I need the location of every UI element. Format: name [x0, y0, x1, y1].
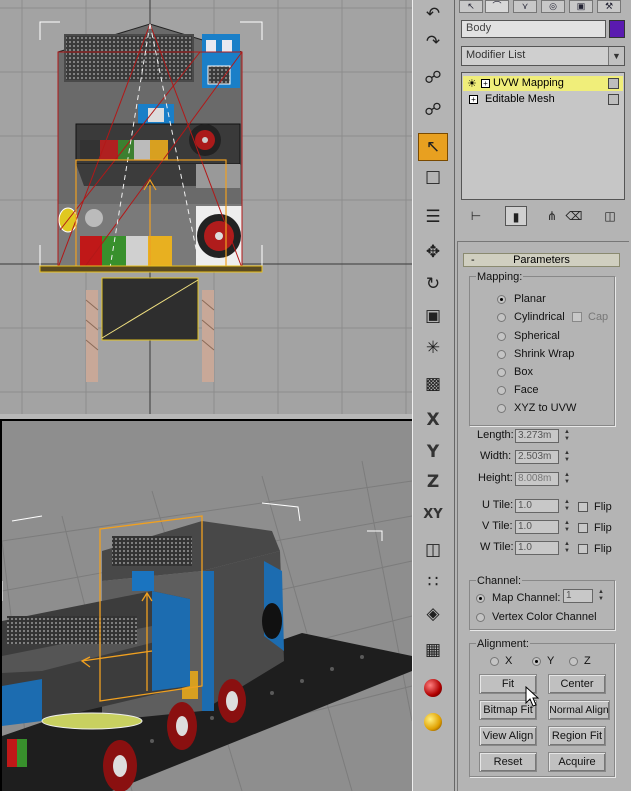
select-object-icon[interactable]: ↖: [418, 133, 448, 161]
mouse-cursor-icon: [525, 686, 540, 707]
reference-coordinate-icon[interactable]: ▩: [418, 370, 448, 398]
redo-icon[interactable]: ↷: [418, 28, 448, 56]
modify-tab-icon[interactable]: ⌒: [485, 0, 509, 13]
cylindrical-radio[interactable]: [497, 313, 506, 322]
select-by-name-icon[interactable]: ☰: [418, 203, 448, 231]
object-name-field[interactable]: Body: [461, 20, 606, 38]
width-spinner-arrows-icon[interactable]: ▲ ▼: [563, 450, 571, 464]
reset-button[interactable]: Reset: [479, 752, 537, 772]
alignment-group-title: Alignment:: [476, 638, 530, 650]
stack-item-editable-mesh[interactable]: + Editable Mesh: [463, 92, 623, 107]
u-tile-spinner-field[interactable]: 1.0: [515, 499, 559, 513]
region-fit-button[interactable]: Region Fit: [548, 726, 606, 746]
align-y-radio[interactable]: [532, 657, 541, 666]
object-color-swatch[interactable]: [609, 20, 625, 38]
align-x-radio[interactable]: [490, 657, 499, 666]
display-tab-icon[interactable]: ▣: [569, 0, 593, 13]
normal-align-button[interactable]: Normal Align: [548, 700, 610, 720]
show-end-result-icon[interactable]: ▮: [505, 206, 527, 226]
planar-radio[interactable]: [497, 295, 506, 304]
align-icon[interactable]: ◈: [418, 600, 448, 628]
viewport-top[interactable]: [0, 0, 412, 414]
restrict-y-button[interactable]: Y: [418, 438, 448, 466]
viewport-perspective[interactable]: [0, 419, 412, 791]
undo-icon[interactable]: ↶: [418, 0, 448, 28]
utilities-tab-icon[interactable]: ⚒: [597, 0, 621, 13]
height-spinner-arrows-icon[interactable]: ▲ ▼: [563, 472, 571, 486]
width-spinner-field[interactable]: 2.503m: [515, 450, 559, 464]
modifier-toggle-checkbox[interactable]: [608, 94, 619, 105]
map-channel-spinner-arrows-icon[interactable]: ▲ ▼: [597, 589, 605, 603]
array-icon[interactable]: ∷: [418, 568, 448, 596]
modifier-list-label: Modifier List: [466, 49, 526, 61]
length-spinner-arrows-icon[interactable]: ▲ ▼: [563, 429, 571, 443]
u-flip-checkbox[interactable]: [578, 502, 588, 512]
channel-group-title: Channel:: [476, 575, 523, 587]
map-channel-radio[interactable]: [476, 594, 485, 603]
restrict-x-button[interactable]: X: [418, 406, 448, 434]
render-scene-icon[interactable]: [418, 708, 448, 736]
command-panel: ↖ ⌒ ⋎ ◎ ▣ ⚒ Body Modifier List ▼ ☀ + UVW…: [455, 0, 631, 791]
length-spinner-field[interactable]: 3.273m: [515, 429, 559, 443]
box-radio[interactable]: [497, 368, 506, 377]
make-unique-icon[interactable]: ⋔: [541, 206, 563, 226]
select-and-link-icon[interactable]: ☍: [418, 64, 448, 92]
u-tile-spinner-arrows-icon[interactable]: ▲ ▼: [563, 499, 571, 513]
viewport-top-canvas: [0, 0, 412, 414]
v-tile-spinner-arrows-icon[interactable]: ▲ ▼: [563, 520, 571, 534]
parameters-rollout-header[interactable]: - Parameters: [463, 253, 620, 267]
layer-manager-icon[interactable]: ▦: [418, 636, 448, 664]
view-align-button[interactable]: View Align: [479, 726, 537, 746]
height-spinner-field[interactable]: 8.008m: [515, 472, 559, 486]
select-and-scale-icon[interactable]: ▣: [418, 302, 448, 330]
w-flip-checkbox[interactable]: [578, 544, 588, 554]
configure-modifier-sets-icon[interactable]: ◫: [599, 206, 621, 226]
face-radio[interactable]: [497, 386, 506, 395]
unlink-selection-icon[interactable]: ☍: [418, 96, 448, 124]
center-button[interactable]: Center: [548, 674, 606, 694]
xyz-to-uvw-radio[interactable]: [497, 404, 506, 413]
pin-stack-icon[interactable]: ⊢: [465, 206, 487, 226]
stack-toolbar: ⊢ ▮ ⋔ ⌫ ◫: [461, 204, 625, 228]
stack-item-uvw-mapping[interactable]: ☀ + UVW Mapping: [463, 76, 623, 91]
v-flip-checkbox[interactable]: [578, 523, 588, 533]
viewport-perspective-canvas: [2, 460, 412, 791]
select-region-icon[interactable]: □: [418, 163, 448, 191]
restrict-z-button[interactable]: Z: [418, 468, 448, 496]
expand-icon[interactable]: +: [469, 95, 478, 104]
acquire-button[interactable]: Acquire: [548, 752, 606, 772]
map-channel-spinner-field[interactable]: 1: [563, 589, 593, 603]
spherical-radio[interactable]: [497, 332, 506, 341]
create-tab-icon[interactable]: ↖: [459, 0, 483, 13]
modifier-toggle-checkbox[interactable]: [608, 78, 619, 89]
select-and-move-icon[interactable]: ✥: [418, 238, 448, 266]
pivot-center-icon[interactable]: ✳: [418, 334, 448, 362]
cap-checkbox[interactable]: [572, 312, 582, 322]
remove-modifier-icon[interactable]: ⌫: [563, 206, 585, 226]
select-and-rotate-icon[interactable]: ↻: [418, 270, 448, 298]
restrict-xy-button[interactable]: XY: [418, 500, 448, 528]
lightbulb-icon[interactable]: ☀: [467, 77, 477, 92]
w-tile-spinner-field[interactable]: 1.0: [515, 541, 559, 555]
mirror-icon[interactable]: ◫: [418, 536, 448, 564]
v-tile-spinner-field[interactable]: 1.0: [515, 520, 559, 534]
modifier-stack[interactable]: ☀ + UVW Mapping + Editable Mesh: [461, 72, 625, 200]
material-editor-icon[interactable]: [418, 674, 448, 702]
vertex-color-channel-radio[interactable]: [476, 613, 485, 622]
main-toolbar: ↶ ↷ ☍ ☍ ↖ □ ☰ ✥ ↻ ▣ ✳ ▩ X Y Z XY ◫ ∷ ◈ ▦: [412, 0, 455, 791]
w-tile-spinner-arrows-icon[interactable]: ▲ ▼: [563, 541, 571, 555]
modifier-list-dropdown[interactable]: Modifier List ▼: [461, 46, 625, 66]
hierarchy-tab-icon[interactable]: ⋎: [513, 0, 537, 13]
motion-tab-icon[interactable]: ◎: [541, 0, 565, 13]
expand-icon[interactable]: +: [481, 79, 490, 88]
align-z-radio[interactable]: [569, 657, 578, 666]
shrink-wrap-radio[interactable]: [497, 350, 506, 359]
mapping-group-title: Mapping:: [476, 271, 524, 283]
dropdown-arrow-icon: ▼: [608, 47, 624, 65]
